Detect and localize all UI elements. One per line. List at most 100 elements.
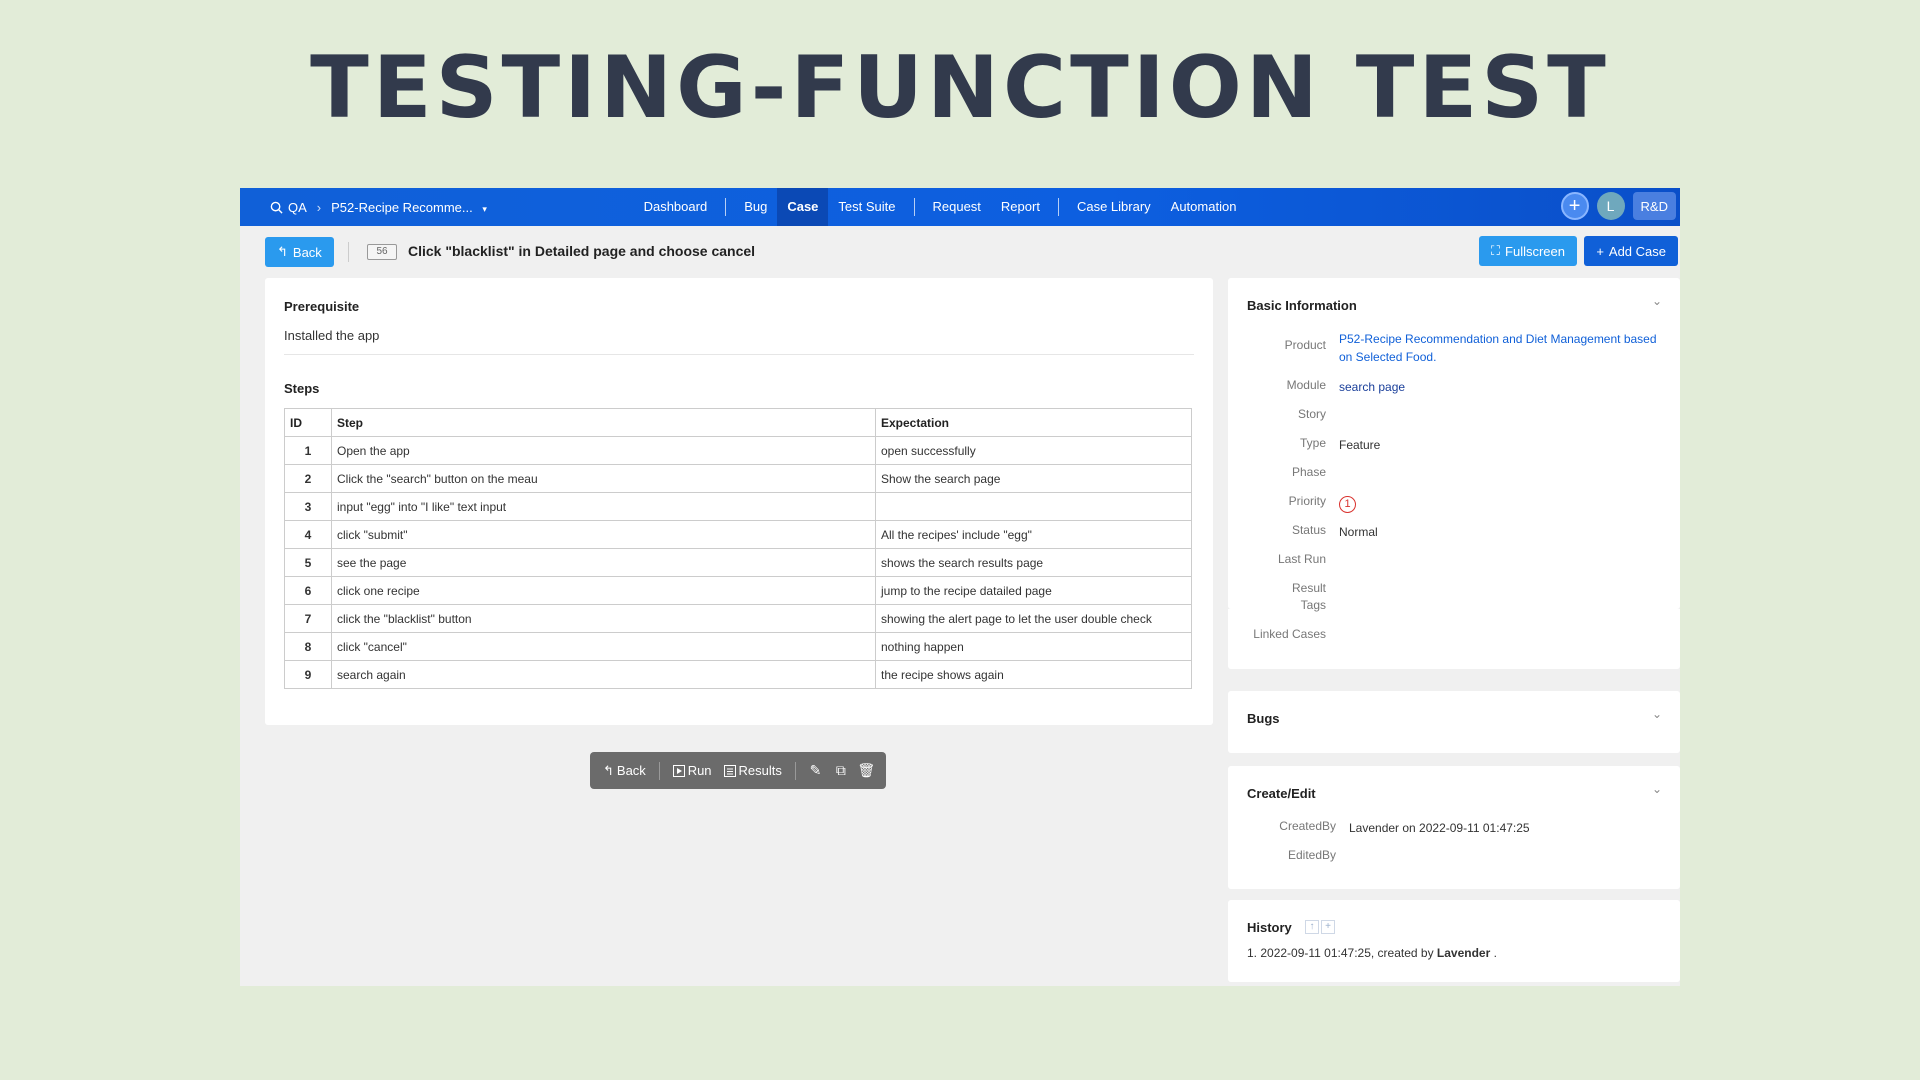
history-panel: History ↑ + 1. 2022-09-11 01:47:25, crea… [1228, 900, 1680, 982]
add-case-label: Add Case [1608, 243, 1666, 259]
chevron-down-icon[interactable]: ⌄ [1652, 707, 1662, 721]
caret-down-icon: ▾ [482, 203, 487, 214]
bugs-title: Bugs [1247, 711, 1280, 726]
back-button-label: Back [292, 244, 322, 260]
nav-request[interactable]: Request [923, 188, 991, 226]
avatar[interactable]: L [1596, 192, 1625, 220]
table-row: 3 input "egg" into "I like" text input [284, 492, 1192, 521]
column-header-expectation: Expectation [875, 408, 1192, 437]
table-row: 6 click one recipe jump to the recipe data… [284, 576, 1192, 605]
priority-badge: 1 [1339, 496, 1356, 513]
chevron-down-icon[interactable]: ⌄ [1652, 782, 1662, 796]
table-row: 5 see the page shows the search results pa… [284, 548, 1192, 577]
toolbar-divider [348, 242, 349, 262]
nav-case-library[interactable]: Case Library [1067, 188, 1161, 226]
step-text: click "cancel" [331, 632, 876, 661]
status-label: Status [1291, 523, 1326, 537]
results-label: Results [738, 763, 782, 778]
product-switcher[interactable]: P52-Recipe Recomme... ▾ [331, 200, 487, 215]
table-row: 8 click "cancel" nothing happen [284, 632, 1192, 661]
status-value: Normal [1339, 525, 1378, 539]
step-id: 7 [284, 604, 332, 633]
case-title: Click "blacklist" in Detailed page and c… [408, 243, 756, 259]
add-case-button[interactable]: + Add Case [1584, 236, 1678, 266]
tags-label: Tags [1300, 598, 1326, 612]
plus-icon[interactable]: + [1560, 192, 1589, 220]
basic-info-title: Basic Information [1247, 298, 1357, 313]
step-expectation: shows the search results page [875, 548, 1192, 577]
step-id: 3 [284, 492, 332, 521]
copy-icon[interactable]: ⧉ [831, 762, 850, 779]
nav-case[interactable]: Case [777, 188, 829, 226]
fullscreen-label: Fullscreen [1505, 243, 1565, 259]
actionbar-back-button[interactable]: ↰ Back [600, 763, 649, 779]
nav-dashboard[interactable]: Dashboard [634, 188, 718, 226]
fullscreen-button[interactable]: ⛶ Fullscreen [1478, 236, 1577, 266]
history-entry-user: Lavender [1436, 946, 1491, 960]
qa-menu[interactable]: QA [270, 200, 307, 215]
product-label: Product [1284, 338, 1326, 352]
actionbar-divider [794, 761, 796, 780]
nav-bug[interactable]: Bug [734, 188, 777, 226]
case-id-badge: 56 [367, 244, 397, 260]
nav-report[interactable]: Report [991, 188, 1050, 226]
step-expectation: showing the alert page to let the user d… [875, 604, 1192, 633]
step-text: click the "blacklist" button [331, 604, 876, 633]
table-row: 9 search again the recipe shows again [284, 660, 1192, 689]
nav-test-suite[interactable]: Test Suite [828, 188, 905, 226]
table-row: 1 Open the app open successfully [284, 436, 1192, 465]
step-id: 2 [284, 464, 332, 493]
create-edit-panel: Create/Edit ⌄ CreatedBy Lavender on 2022… [1228, 766, 1680, 889]
edited-by-label: EditedBy [1287, 848, 1336, 862]
nav-automation[interactable]: Automation [1161, 188, 1247, 226]
nav-divider [913, 198, 915, 216]
step-id: 4 [284, 520, 332, 549]
product-link[interactable]: P52-Recipe Recommendation and Diet Manag… [1339, 330, 1664, 366]
step-id: 9 [284, 660, 332, 689]
chevron-down-icon[interactable]: ⌄ [1652, 294, 1662, 308]
run-button[interactable]: Run [670, 763, 715, 778]
prerequisite-text: Installed the app [284, 328, 380, 343]
product-crumb: P52-Recipe Recomme... [331, 199, 473, 215]
step-expectation [875, 492, 1192, 521]
module-label: Module [1286, 378, 1326, 392]
step-expectation: jump to the recipe datailed page [875, 576, 1192, 605]
step-id: 6 [284, 576, 332, 605]
search-icon [270, 201, 283, 214]
step-text: Open the app [331, 436, 876, 465]
column-header-id: ID [284, 408, 332, 437]
actionbar-divider [658, 761, 660, 780]
back-button[interactable]: ↰ Back [265, 237, 334, 267]
prerequisite-title: Prerequisite [284, 299, 360, 314]
actionbar-back-label: Back [616, 763, 646, 778]
delete-icon[interactable]: 🗑 [857, 762, 876, 779]
qa-label: QA [288, 199, 307, 215]
rd-button[interactable]: R&D [1632, 192, 1676, 220]
qa-app-window: QA › P52-Recipe Recomme... ▾ Dashboard B… [240, 188, 1680, 986]
main-nav: Dashboard Bug Case Test Suite Request Re… [634, 188, 1247, 226]
bugs-panel: Bugs ⌄ [1228, 691, 1680, 753]
phase-label: Phase [1291, 465, 1326, 479]
steps-table: ID Step Expectation 1 Open the app open su… [284, 408, 1192, 689]
step-text: Click the "search" button on the meau [331, 464, 876, 493]
steps-title: Steps [284, 381, 320, 396]
step-text: click one recipe [331, 576, 876, 605]
results-icon [723, 764, 736, 777]
case-detail-panel: Prerequisite Installed the app Steps ID … [265, 278, 1213, 725]
last-run-label: Last Run [1277, 552, 1326, 566]
results-button[interactable]: Results [721, 763, 785, 778]
module-link[interactable]: search page [1339, 378, 1664, 396]
step-expectation: open successfully [875, 436, 1192, 465]
basic-info-panel: Basic Information ⌄ Product P52-Recipe R… [1228, 278, 1680, 609]
expand-icon[interactable]: + [1321, 920, 1335, 934]
priority-label: Priority [1288, 494, 1326, 508]
step-text: see the page [331, 548, 876, 577]
step-id: 1 [284, 436, 332, 465]
table-header-row: ID Step Expectation [284, 408, 1192, 437]
run-label: Run [687, 763, 712, 778]
step-text: click "submit" [331, 520, 876, 549]
created-by-value: Lavender on 2022-09-11 01:47:25 [1349, 821, 1530, 835]
edit-icon[interactable]: ✎ [806, 762, 825, 779]
sort-icon[interactable]: ↑ [1305, 920, 1319, 934]
history-controls: ↑ + [1305, 920, 1335, 934]
